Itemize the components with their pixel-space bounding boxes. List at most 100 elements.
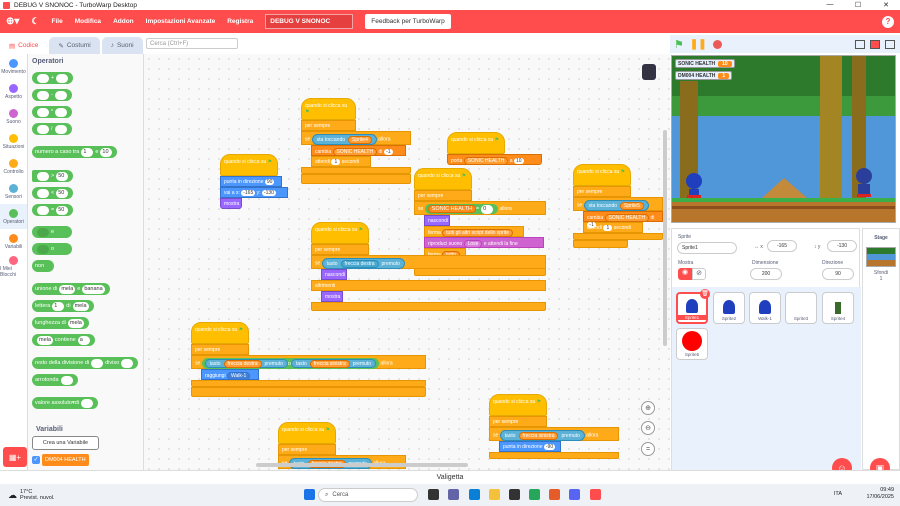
sprite-thumb-sprite3[interactable]: Sprite3 <box>785 292 817 324</box>
point-direction-block[interactable]: punta in direzione -90 <box>499 441 561 452</box>
script-key-right-partial[interactable]: quando si clicca su ⚑ per sempre se tast… <box>278 422 406 469</box>
length-block[interactable]: lunghezza di mela <box>32 317 89 329</box>
wait-seconds[interactable]: 1 <box>603 225 613 231</box>
or-condition[interactable]: tasto freccia destra premuto o tasto freccia … <box>201 358 380 369</box>
condition-variable[interactable]: SONIC HEALTH <box>427 205 476 213</box>
zoom-out-button[interactable]: ⊖ <box>641 421 655 435</box>
workspace-vertical-scrollbar[interactable] <box>663 130 667 346</box>
menu-modifica[interactable]: Modifica <box>69 18 107 25</box>
pick-random-block[interactable]: numero a caso tra 1 e 10 <box>32 146 118 158</box>
hat-block[interactable]: quando si clicca su ⚑ <box>414 168 472 190</box>
app-icon[interactable] <box>549 489 560 500</box>
less-value[interactable]: 50 <box>56 188 69 198</box>
touching-block[interactable]: sta toccando Sprite5 <box>583 200 649 211</box>
hat-block[interactable]: quando si clicca su ⚑ <box>447 132 505 154</box>
monitor-sonic-health[interactable]: SONIC HEALTH 10 <box>675 59 735 68</box>
menu-advanced[interactable]: Impostazioni Avanzate <box>140 18 222 25</box>
contains-string[interactable]: mela <box>37 335 53 345</box>
key-left-select[interactable]: freccia sinistra <box>309 359 350 368</box>
category-aspetto[interactable]: Aspetto <box>0 79 27 104</box>
goto-block[interactable]: raggiungi Walk-1 <box>201 369 259 380</box>
hat-block[interactable]: quando si clicca su ⚑ <box>278 422 336 444</box>
key-left-pressed[interactable]: tasto freccia sinistra premuto <box>290 359 377 368</box>
small-stage-button[interactable] <box>855 39 865 49</box>
set-var-select[interactable]: SONIC HEALTH <box>463 157 509 165</box>
menu-file[interactable]: File <box>45 18 68 25</box>
show-visible-button[interactable]: ◉ <box>678 268 692 280</box>
hide-block[interactable]: nascondi <box>321 269 347 280</box>
green-flag-button[interactable]: ⚑ <box>674 38 684 51</box>
category-situazioni[interactable]: Situazioni <box>0 129 27 154</box>
make-variable-button[interactable]: Crea una Variabile <box>32 436 99 450</box>
task-view-icon[interactable] <box>428 489 439 500</box>
set-var-block[interactable]: porta SONIC HEALTH a 10 <box>447 154 542 165</box>
fullscreen-button[interactable] <box>885 39 895 49</box>
goto-y-value[interactable]: -130 <box>261 190 276 196</box>
category-sensori[interactable]: Sensori <box>0 179 27 204</box>
backpack-bar[interactable]: Valigetta <box>0 470 900 484</box>
change-var-block[interactable]: cambia SONIC HEALTH di -1 <box>311 145 406 156</box>
feedback-button[interactable]: Feedback per TurboWarp <box>365 14 451 29</box>
help-icon[interactable]: ? <box>882 15 894 28</box>
hat-block[interactable]: quando si clicca su ⚑ <box>311 222 369 244</box>
hat-block[interactable]: quando si clicca su ⚑ <box>573 164 631 186</box>
sprite-thumb-sprite2[interactable]: Sprite2 <box>713 292 745 324</box>
teams-icon[interactable] <box>448 489 459 500</box>
script-sonic-damage-sprite5[interactable]: quando si clicca su ⚑ per sempre se sta … <box>573 164 663 248</box>
discord-icon[interactable] <box>569 489 580 500</box>
forever-block[interactable]: per sempre <box>489 416 547 427</box>
touching-target[interactable]: Sprite5 <box>620 201 644 210</box>
sprite-thumb-sprite4[interactable]: Sprite4 <box>822 292 854 324</box>
goto-xy-block[interactable]: vai a x: -165 y: -130 <box>220 187 288 198</box>
or-block[interactable]: o <box>32 243 72 255</box>
key-select[interactable]: freccia sinistra <box>518 431 559 440</box>
show-block[interactable]: mostra <box>220 198 242 209</box>
menu-record[interactable]: Registra <box>221 18 259 25</box>
block-search-input[interactable]: Cerca (Ctrl+F) <box>146 38 238 49</box>
subtract-block[interactable]: - <box>32 89 72 101</box>
set-value[interactable]: 10 <box>513 158 524 164</box>
script-key-left[interactable]: quando si clicca su ⚑ per sempre se tast… <box>489 394 619 459</box>
key-pressed-block[interactable]: tasto freccia sinistra premuto <box>499 430 585 441</box>
if-block[interactable]: se tasto freccia destra premuto o tasto frecc… <box>191 355 426 369</box>
pause-button[interactable]: ❚❚ <box>690 39 707 50</box>
less-block[interactable]: <50 <box>32 187 74 199</box>
change-value[interactable]: -1 <box>383 149 393 155</box>
and-block[interactable]: e <box>32 226 72 238</box>
contains-value[interactable]: a <box>77 335 90 345</box>
hat-block[interactable]: quando si clicca su ⚑ <box>489 394 547 416</box>
letter-index[interactable]: 1 <box>52 301 65 311</box>
point-direction-block[interactable]: punta in direzione 90 <box>220 176 282 187</box>
letter-string[interactable]: mela <box>72 301 89 311</box>
pick-random-from[interactable]: 1 <box>81 147 94 157</box>
sprite-direction-input[interactable]: 90 <box>822 268 854 280</box>
category-controllo[interactable]: Controllo <box>0 154 27 179</box>
goto-target[interactable]: Walk-1 <box>226 372 251 380</box>
direction-value[interactable]: 90 <box>264 179 275 185</box>
not-block[interactable]: non <box>32 260 54 272</box>
category-movimento[interactable]: Movimento <box>0 54 27 79</box>
system-tray[interactable]: ITA 09:49 17/06/2025 <box>834 487 894 501</box>
theme-moon-icon[interactable]: ☾ <box>25 16 45 27</box>
if-block[interactable]: se sta toccando Sprite5 <box>573 197 663 211</box>
minimize-button[interactable]: — <box>816 1 844 9</box>
monitor-dm004-health[interactable]: DM004 HEALTH 1 <box>675 71 733 80</box>
math-op-block[interactable]: valore assoluto ▾ di <box>32 397 99 409</box>
multiply-block[interactable]: * <box>32 106 73 118</box>
start-windows-icon[interactable] <box>304 489 315 500</box>
join-block[interactable]: unione di mela e banana <box>32 283 110 295</box>
variable-block-dm004[interactable]: DM004 HEALTH <box>42 454 89 466</box>
add-block[interactable]: + <box>32 72 74 84</box>
stop-button[interactable] <box>712 39 722 49</box>
weather-widget[interactable]: ☁ 17°C Previst. nuvol. <box>8 489 55 501</box>
stage-canvas[interactable]: SONIC HEALTH 10 DM004 HEALTH 1 <box>671 55 896 223</box>
touching-block[interactable]: sta toccando Sprite4 <box>311 134 377 145</box>
if-block[interactable]: se sta toccando Sprite4 allora <box>301 131 411 145</box>
forever-block[interactable]: per sempre <box>301 120 356 131</box>
script-set-sonic-health[interactable]: quando si clicca su ⚑ porta SONIC HEALTH… <box>447 132 542 165</box>
script-sprite-init[interactable]: quando si clicca su ⚑ punta in direzione… <box>220 154 288 209</box>
taskbar-search[interactable]: ⌕ Cerca <box>318 488 418 502</box>
sprite-thumb-walk1[interactable]: Walk-1 <box>749 292 781 324</box>
change-var-select[interactable]: SONIC HEALTH <box>604 214 650 222</box>
round-block[interactable]: arrotonda <box>32 374 78 386</box>
